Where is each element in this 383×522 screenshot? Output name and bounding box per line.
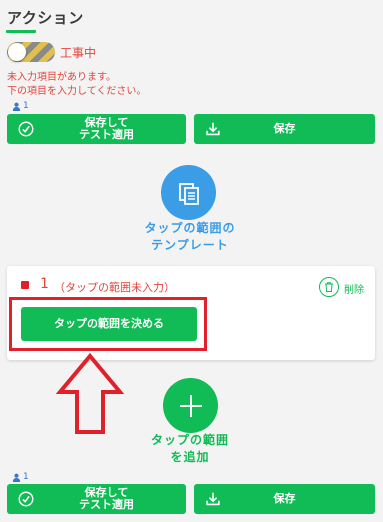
check-circle-icon [18,121,34,137]
save-button[interactable]: 保存 [194,114,375,144]
plus-icon [179,394,202,417]
template-label-line2: テンプレート [151,238,229,252]
check-circle-icon [18,491,34,507]
toggle-label: 工事中 [60,46,97,60]
save-label: 保存 [273,122,296,135]
user-count-value: 1 [23,472,29,482]
page-title: アクション [7,9,84,27]
toggle-knob[interactable] [8,43,26,61]
trash-icon [325,282,333,292]
highlight-box [9,297,207,351]
save-label: 保存 [273,492,296,505]
up-arrow-annotation [55,352,125,434]
template-button[interactable] [161,165,216,220]
warning-text-1: 未入力項目があります。 [7,72,116,83]
download-icon [206,122,220,136]
title-underline [6,30,36,33]
user-icon [12,473,21,482]
add-label-line1: タップの範囲 [150,433,229,447]
add-label-line2: を追加 [170,450,210,464]
save-and-test-label: 保存して テスト適用 [79,486,134,511]
construction-toggle[interactable] [7,42,55,62]
save-button-bottom[interactable]: 保存 [194,484,375,514]
user-count-bottom: 1 [12,472,29,482]
card-status: （タップの範囲未入力） [54,281,175,294]
save-and-test-button-bottom[interactable]: 保存して テスト適用 [7,484,186,514]
warning-text-2: 下の項目を入力してください。 [7,86,147,97]
save-and-test-button[interactable]: 保存して テスト適用 [7,114,186,144]
user-count: 1 [12,101,29,111]
save-and-test-label: 保存して テスト適用 [79,116,134,141]
user-icon [12,102,21,111]
error-marker [21,281,29,289]
template-label-line1: タップの範囲の [144,221,236,235]
card-number: 1 [40,276,49,292]
user-count-value: 1 [23,101,29,111]
template-label[interactable]: タップの範囲の テンプレート [110,220,270,254]
add-tap-area-label[interactable]: タップの範囲 を追加 [120,432,260,466]
add-tap-area-button[interactable] [163,378,218,433]
delete-icon[interactable] [319,277,339,297]
copy-documents-icon [178,182,199,205]
delete-button[interactable]: 削除 [344,281,364,296]
download-icon [206,492,220,506]
